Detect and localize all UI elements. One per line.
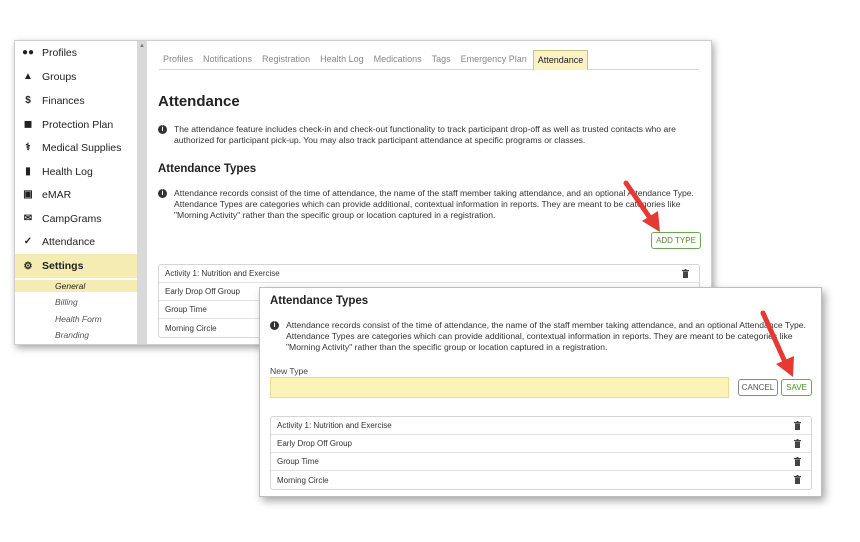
sidebar-subitem-billing[interactable]: Billing: [55, 297, 78, 307]
sidebar-item-protection-plan[interactable]: ◼ Protection Plan: [15, 113, 137, 136]
sidebar-item-label: Medical Supplies: [42, 141, 122, 154]
tab-registration[interactable]: Registration: [258, 50, 314, 70]
medical-icon: ⚕: [25, 142, 31, 153]
shield-icon: ◼: [23, 119, 33, 130]
new-type-label: New Type: [270, 366, 309, 376]
list-item: Activity 1: Nutrition and Exercise: [271, 417, 811, 435]
tab-medications[interactable]: Medications: [370, 50, 426, 70]
page-title: Attendance: [158, 93, 240, 110]
attendance-intro: i The attendance feature includes check-…: [158, 124, 703, 146]
list-item-label: Morning Circle: [165, 323, 217, 333]
envelope-icon: ✉: [23, 213, 33, 224]
popup-info-text: Attendance records consist of the time o…: [286, 320, 806, 352]
settings-tabs: Profiles Notifications Registration Heal…: [159, 50, 699, 70]
gear-icon: ⚙: [23, 260, 33, 272]
sidebar-item-label: Groups: [42, 70, 77, 83]
sidebar-item-settings[interactable]: ⚙ Settings: [15, 254, 137, 278]
popup-title: Attendance Types: [270, 295, 369, 307]
list-item-label: Morning Circle: [277, 475, 329, 485]
sidebar-item-medical-supplies[interactable]: ⚕ Medical Supplies: [15, 136, 137, 159]
intro-text: The attendance feature includes check-in…: [174, 124, 676, 145]
list-item-label: Group Time: [165, 305, 207, 314]
sidebar-item-label: Finances: [42, 94, 85, 107]
list-item-label: Early Drop Off Group: [277, 439, 352, 448]
users-icon: ●●: [21, 47, 35, 58]
trash-icon[interactable]: [794, 421, 801, 430]
save-button[interactable]: SAVE: [781, 379, 812, 396]
sidebar-scrollbar[interactable]: ▲: [137, 41, 147, 344]
list-item-label: Activity 1: Nutrition and Exercise: [277, 421, 392, 430]
list-item-label: Activity 1: Nutrition and Exercise: [165, 269, 280, 278]
trash-icon[interactable]: [794, 439, 801, 448]
cancel-button[interactable]: CANCEL: [738, 379, 778, 396]
sidebar-item-attendance[interactable]: ✓ Attendance: [15, 230, 137, 253]
sidebar-item-groups[interactable]: ▲ Groups: [15, 65, 137, 88]
sidebar-item-label: Attendance: [42, 235, 96, 248]
sidebar-item-label: eMAR: [42, 188, 72, 201]
sidebar-item-label: Profiles: [42, 46, 78, 59]
sidebar-item-label: Settings: [42, 260, 84, 272]
info-icon: i: [270, 321, 279, 330]
sitemap-icon: ▲: [23, 71, 33, 82]
tab-health-log[interactable]: Health Log: [316, 50, 368, 70]
sidebar-subitem-branding[interactable]: Branding: [55, 330, 89, 340]
sidebar-item-label: CampGrams: [42, 212, 102, 225]
sidebar-item-campgrams[interactable]: ✉ CampGrams: [15, 207, 137, 230]
list-item-label: Group Time: [277, 457, 319, 466]
sidebar-subitem-health-form[interactable]: Health Form: [55, 314, 102, 324]
trash-icon[interactable]: [794, 475, 801, 484]
trash-icon[interactable]: [794, 457, 801, 466]
sidebar-item-emar[interactable]: ▣ eMAR: [15, 183, 137, 206]
new-type-input[interactable]: [270, 377, 729, 398]
tab-emergency-plan[interactable]: Emergency Plan: [457, 50, 531, 70]
sidebar-item-health-log[interactable]: ▮ Health Log: [15, 160, 137, 183]
add-type-button[interactable]: ADD TYPE: [651, 232, 701, 249]
tab-tags[interactable]: Tags: [428, 50, 455, 70]
book-icon: ▮: [25, 166, 31, 177]
info-icon: i: [158, 189, 167, 198]
list-item: Morning Circle: [271, 471, 811, 489]
list-item: Group Time: [271, 453, 811, 471]
sidebar-item-profiles[interactable]: ●● Profiles: [15, 41, 137, 64]
attendance-types-popup: Attendance Types i Attendance records co…: [259, 287, 822, 497]
dollar-icon: $: [25, 95, 31, 106]
attendance-types-info: i Attendance records consist of the time…: [158, 188, 703, 221]
sidebar-item-finances[interactable]: $ Finances: [15, 89, 137, 112]
list-item: Activity 1: Nutrition and Exercise: [159, 265, 699, 283]
sidebar: ●● Profiles ▲ Groups $ Finances ◼ Protec…: [15, 41, 137, 344]
sidebar-subitem-general[interactable]: General: [55, 281, 85, 291]
medkit-icon: ▣: [23, 189, 33, 200]
types-info-text: Attendance records consist of the time o…: [174, 188, 694, 220]
tab-attendance[interactable]: Attendance: [532, 50, 589, 70]
tab-profiles[interactable]: Profiles: [159, 50, 197, 70]
popup-info: i Attendance records consist of the time…: [270, 320, 810, 353]
sidebar-item-label: Health Log: [42, 165, 93, 178]
sidebar-item-label: Protection Plan: [42, 118, 114, 131]
trash-icon[interactable]: [682, 269, 689, 278]
list-item: Early Drop Off Group: [271, 435, 811, 453]
check-circle-icon: ✓: [23, 236, 33, 247]
popup-types-list: Activity 1: Nutrition and Exercise Early…: [270, 416, 812, 490]
attendance-types-heading: Attendance Types: [158, 163, 257, 175]
scroll-up-icon[interactable]: ▲: [139, 43, 145, 49]
list-item-label: Early Drop Off Group: [165, 287, 240, 296]
tab-notifications[interactable]: Notifications: [199, 50, 256, 70]
info-icon: i: [158, 125, 167, 134]
